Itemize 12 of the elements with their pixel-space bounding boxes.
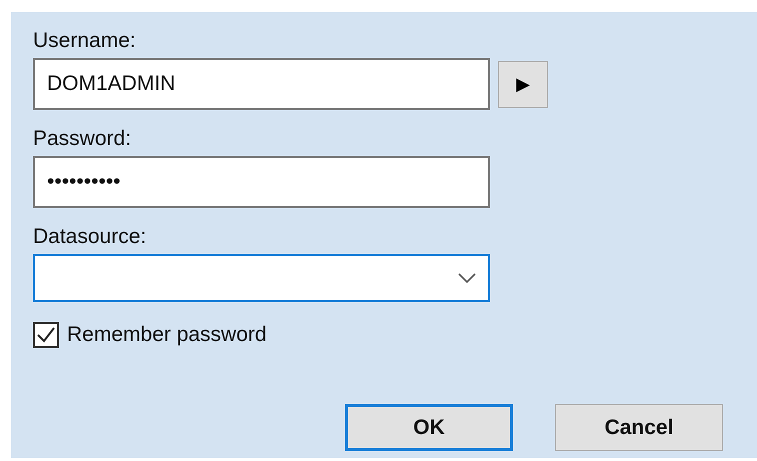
field-label: Password: [33,126,132,152]
field-label: Username: [33,28,136,54]
password-field[interactable]: •••••••••• [33,156,490,208]
field-label: Datasource: [33,224,146,250]
dialog-button[interactable]: Cancel [555,404,723,451]
input-field[interactable]: DOM1ADMIN [33,58,490,110]
checkbox-label: Remember password [67,322,267,348]
dropdown-field[interactable] [33,254,490,302]
chevron-down-icon [458,273,476,283]
expand-button[interactable]: ▶ [498,60,548,108]
dialog-button[interactable]: OK [345,404,513,451]
checkbox[interactable] [33,322,59,348]
